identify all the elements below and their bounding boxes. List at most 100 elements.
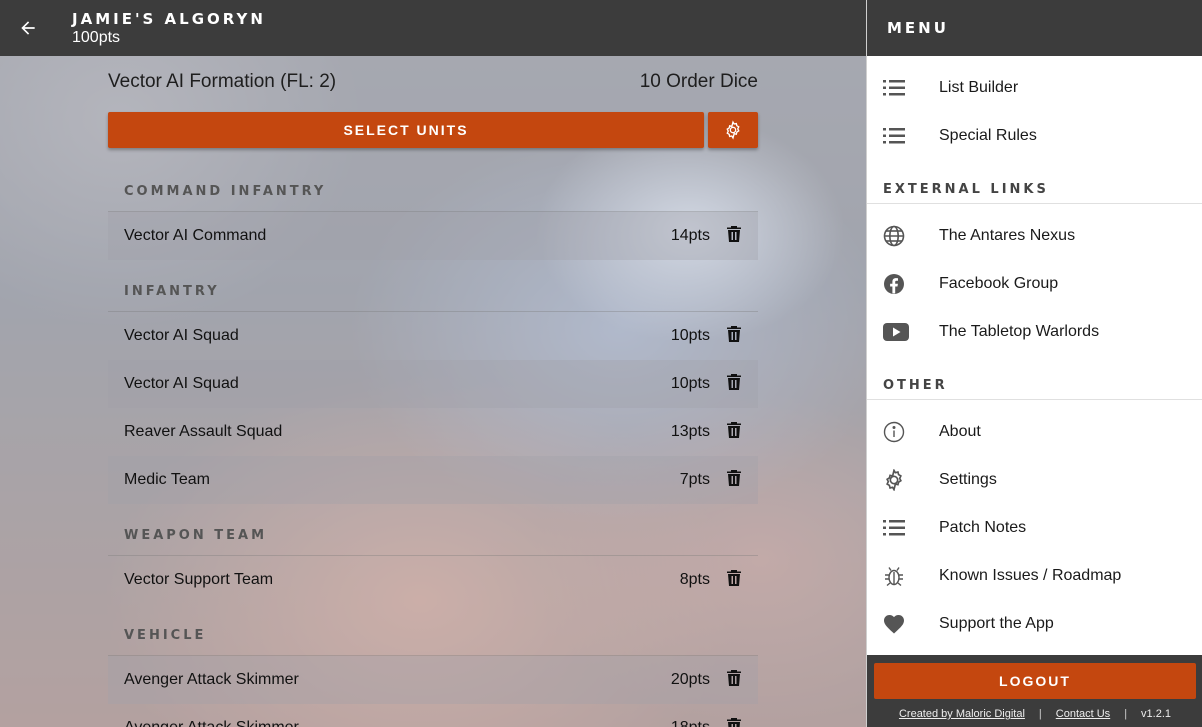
other-header: Other xyxy=(867,356,1202,400)
unit-points: 10pts xyxy=(670,327,710,344)
footer-separator: | xyxy=(1124,708,1128,720)
menu-item-support-app[interactable]: Support the App xyxy=(867,600,1202,648)
unit-row[interactable]: Reaver Assault Squad 13pts xyxy=(108,408,758,456)
trash-icon xyxy=(727,422,741,438)
unit-row[interactable]: Avenger Attack Skimmer 18pts xyxy=(108,704,758,727)
unit-name: Medic Team xyxy=(124,471,210,488)
menu-item-label: List Builder xyxy=(939,79,1019,96)
list-icon xyxy=(867,79,939,97)
section-title-vehicle: Vehicle xyxy=(108,604,758,656)
unit-name: Avenger Attack Skimmer xyxy=(124,719,630,727)
section-title-command-infantry: Command Infantry xyxy=(108,148,758,212)
youtube-icon xyxy=(867,322,939,342)
menu-item-label: Settings xyxy=(939,471,997,488)
unit-points: 10pts xyxy=(670,375,710,392)
menu-item-label: Special Rules xyxy=(939,127,1037,144)
heart-icon xyxy=(867,614,939,634)
list-icon xyxy=(867,127,939,145)
footer-separator: | xyxy=(1038,708,1042,720)
unit-name: Avenger Attack Skimmer xyxy=(124,671,299,688)
section-title-weapon-team: Weapon Team xyxy=(108,504,758,556)
trash-icon xyxy=(727,670,741,686)
unit-row[interactable]: Vector Support Team 8pts xyxy=(108,556,758,604)
bug-icon xyxy=(867,565,939,587)
menu-item-special-rules[interactable]: Special Rules xyxy=(867,112,1202,160)
unit-points: 20pts xyxy=(670,671,710,688)
formation-actions: Select Units xyxy=(108,112,758,148)
menu-item-facebook-group[interactable]: Facebook Group xyxy=(867,260,1202,308)
unit-row[interactable]: Medic Team 7pts xyxy=(108,456,758,504)
unit-row[interactable]: Avenger Attack Skimmer 20pts xyxy=(108,656,758,704)
menu-item-antares-nexus[interactable]: The Antares Nexus xyxy=(867,212,1202,260)
unit-points: 14pts xyxy=(670,227,710,244)
navigation-drawer: Menu List Builder Special Rules External… xyxy=(866,0,1202,727)
menu-item-label: The Antares Nexus xyxy=(939,227,1076,244)
external-links-header: External Links xyxy=(867,160,1202,204)
footer-links: Created by Maloric Digital | Contact Us … xyxy=(867,708,1202,720)
list-icon xyxy=(867,519,939,537)
logout-button[interactable]: Logout xyxy=(874,663,1196,699)
select-units-button[interactable]: Select Units xyxy=(108,112,704,148)
menu-item-label: Facebook Group xyxy=(939,275,1059,292)
trash-icon xyxy=(727,470,741,486)
unit-name: Vector AI Squad xyxy=(124,327,239,344)
delete-unit-button[interactable] xyxy=(722,666,746,690)
gear-icon xyxy=(867,469,939,491)
unit-name: Vector AI Squad xyxy=(124,375,239,392)
formation-settings-button[interactable] xyxy=(708,112,758,148)
trash-icon xyxy=(727,226,741,242)
delete-unit-button[interactable] xyxy=(722,466,746,490)
unit-row[interactable]: Vector AI Squad 10pts xyxy=(108,360,758,408)
contact-us-link[interactable]: Contact Us xyxy=(1056,708,1110,720)
back-button[interactable] xyxy=(14,14,42,42)
drawer-title: Menu xyxy=(867,0,1202,56)
unit-points: 13pts xyxy=(670,423,710,440)
app-version: v1.2.1 xyxy=(1141,708,1172,720)
unit-name: Reaver Assault Squad xyxy=(124,423,283,440)
formation-header: Vector AI Formation (FL: 2) 10 Order Dic… xyxy=(108,56,758,108)
menu-item-tabletop-warlords[interactable]: The Tabletop Warlords xyxy=(867,308,1202,356)
trash-icon xyxy=(727,570,741,586)
menu-item-label: The Tabletop Warlords xyxy=(939,323,1100,340)
trash-icon xyxy=(727,326,741,342)
list-title: Jamie's Algoryn xyxy=(72,10,266,28)
arrow-left-icon xyxy=(21,21,35,35)
menu-item-about[interactable]: About xyxy=(867,408,1202,456)
order-dice-count: 10 Order Dice xyxy=(639,71,758,92)
main-menu: List Builder Special Rules xyxy=(867,56,1202,160)
list-points: 100pts xyxy=(72,29,121,46)
unit-name: Vector AI Command xyxy=(124,227,267,244)
section-title-infantry: Infantry xyxy=(108,260,758,312)
trash-icon xyxy=(727,718,741,727)
unit-row[interactable]: Vector AI Squad 10pts xyxy=(108,312,758,360)
menu-item-label: Known Issues / Roadmap xyxy=(939,567,1122,584)
drawer-footer: Logout Created by Maloric Digital | Cont… xyxy=(867,655,1202,727)
delete-unit-button[interactable] xyxy=(722,370,746,394)
menu-item-settings[interactable]: Settings xyxy=(867,456,1202,504)
created-by-link[interactable]: Created by Maloric Digital xyxy=(899,708,1025,720)
delete-unit-button[interactable] xyxy=(722,418,746,442)
unit-name: Vector Support Team xyxy=(124,571,274,588)
globe-icon xyxy=(867,225,939,247)
app-bar: Jamie's Algoryn 100pts xyxy=(0,0,866,56)
delete-unit-button[interactable] xyxy=(722,566,746,590)
facebook-icon xyxy=(867,273,939,295)
formation-name: Vector AI Formation (FL: 2) xyxy=(108,71,337,92)
unit-row[interactable]: Vector AI Command 14pts xyxy=(108,212,758,260)
unit-points: 7pts xyxy=(679,471,710,488)
menu-item-label: Support the App xyxy=(939,615,1054,632)
gear-icon xyxy=(726,120,740,140)
trash-icon xyxy=(727,374,741,390)
menu-item-list-builder[interactable]: List Builder xyxy=(867,64,1202,112)
unit-points: 8pts xyxy=(679,571,710,588)
menu-item-label: Patch Notes xyxy=(939,519,1027,536)
delete-unit-button[interactable] xyxy=(722,322,746,346)
menu-item-patch-notes[interactable]: Patch Notes xyxy=(867,504,1202,552)
menu-item-label: About xyxy=(939,423,981,440)
info-icon xyxy=(867,421,939,443)
list-content: Vector AI Formation (FL: 2) 10 Order Dic… xyxy=(108,56,758,727)
menu-item-known-issues[interactable]: Known Issues / Roadmap xyxy=(867,552,1202,600)
delete-unit-button[interactable] xyxy=(722,222,746,246)
unit-points: 18pts xyxy=(630,719,710,727)
delete-unit-button[interactable] xyxy=(722,714,746,727)
